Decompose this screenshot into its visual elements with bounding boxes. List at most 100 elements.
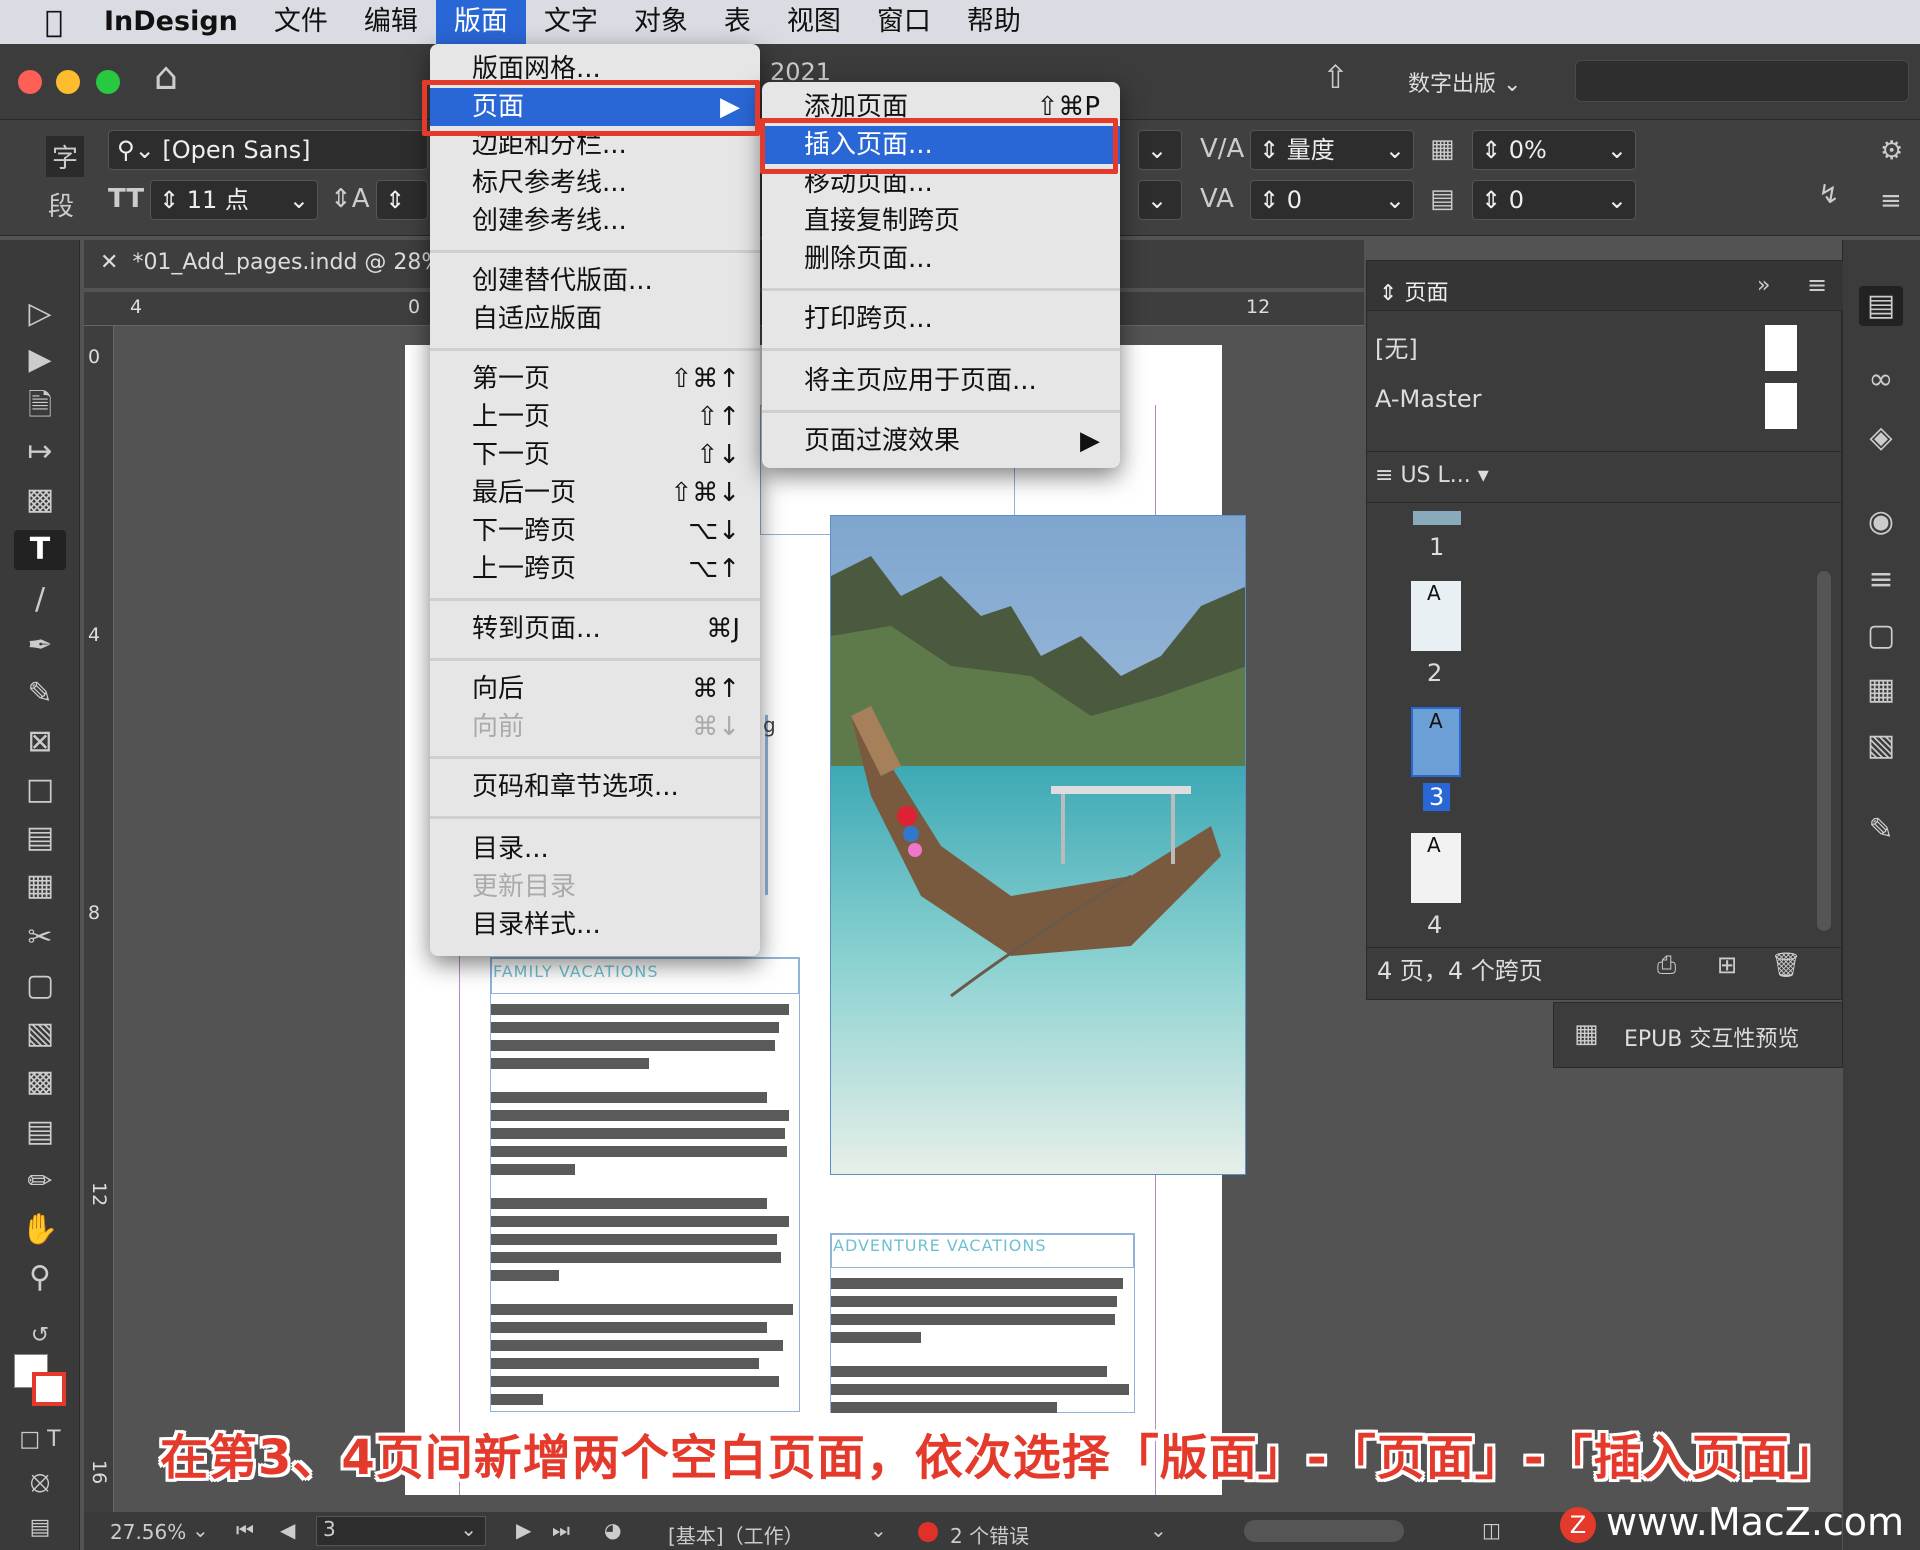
last-page-icon[interactable]: ⏭ [552, 1518, 570, 1542]
menu-item-first-page[interactable]: 第一页 ⇧⌘↑ [430, 360, 760, 398]
page-number-field[interactable]: 3 ⌄ [316, 1516, 486, 1546]
swap-colors-icon[interactable]: ↺ [14, 1316, 66, 1356]
chevron-down-icon[interactable]: ⌄ [870, 1518, 887, 1542]
new-page-icon[interactable]: ⊞ [1717, 951, 1737, 979]
formatting-container-icon[interactable]: □ T [14, 1420, 66, 1460]
zoom-tool-icon[interactable]: ⚲ [14, 1258, 66, 1298]
rectangle-frame-tool-icon[interactable]: ⊠ [14, 722, 66, 762]
menu-item-page-transitions[interactable]: 页面过渡效果 ▶ [762, 422, 1120, 460]
gap-tool-icon[interactable]: ↦ [14, 432, 66, 472]
font-family-field[interactable]: ⚲⌄ [Open Sans] [108, 130, 428, 170]
menu-item-numbering-section[interactable]: 页码和章节选项... [430, 768, 760, 806]
panel-collapse-icon[interactable]: » [1757, 273, 1770, 298]
split-view-icon[interactable]: ◫ [1482, 1518, 1501, 1542]
menu-item-create-guides[interactable]: 创建参考线... [430, 202, 760, 240]
page-size-menu[interactable]: ≡ US L... ▾ [1375, 463, 1489, 488]
scissors-tool-icon[interactable]: ✂ [14, 918, 66, 958]
horizontal-scrollbar[interactable] [1244, 1520, 1404, 1542]
page-thumb[interactable]: A [1411, 833, 1461, 903]
zoom-window-button[interactable] [96, 70, 120, 94]
menu-help[interactable]: 帮助 [949, 0, 1039, 44]
table-tool-icon[interactable]: ▤ [14, 818, 66, 858]
page-thumb-selected[interactable]: A [1411, 707, 1461, 777]
menu-item-toc-styles[interactable]: 目录样式... [430, 906, 760, 944]
minimize-window-button[interactable] [56, 70, 80, 94]
menu-item-next-page[interactable]: 下一页 ⇧↓ [430, 436, 760, 474]
adventure-text-frame[interactable]: ADVENTURE VACATIONS [830, 1233, 1135, 1413]
scale-field[interactable]: ⇕ 0% ⌄ [1472, 130, 1636, 170]
rectangle-tool-icon[interactable]: □ [14, 770, 66, 810]
view-mode-icon[interactable]: ▤ [14, 1508, 66, 1548]
menu-item-go-to-page[interactable]: 转到页面... ⌘J [430, 610, 760, 648]
paragraph-mode-button[interactable]: 段 [48, 186, 74, 223]
error-count[interactable]: 2 个错误 [950, 1520, 1029, 1549]
pages-scrollbar[interactable] [1817, 571, 1831, 931]
dropdown-field[interactable]: ⌄ [1138, 130, 1182, 170]
menu-item-apply-master[interactable]: 将主页应用于页面... [762, 362, 1120, 400]
previous-page-icon[interactable]: ◀ [280, 1518, 295, 1542]
skew-field[interactable]: ⇕ 0 ⌄ [1472, 180, 1636, 220]
page-thumb[interactable] [1413, 511, 1461, 525]
menu-object[interactable]: 对象 [616, 0, 706, 44]
vertical-ruler[interactable]: 0 4 8 12 16 [84, 326, 114, 1526]
preflight-icon[interactable]: ◕ [604, 1518, 621, 1542]
kerning-field[interactable]: ⇕ 量度 ⌄ [1250, 130, 1414, 170]
apply-none-icon[interactable]: ⦻ [14, 1462, 66, 1502]
note-tool-icon[interactable]: ▤ [14, 1112, 66, 1152]
pages-panel-icon[interactable]: ▤ [1859, 286, 1903, 326]
master-a-thumb[interactable] [1765, 383, 1797, 429]
swatches-panel-icon[interactable]: ◉ [1859, 502, 1903, 542]
page-thumb[interactable]: A [1411, 581, 1461, 651]
edit-panel-icon[interactable]: ✎ [1859, 810, 1903, 850]
pencil-tool-icon[interactable]: ✎ [14, 674, 66, 714]
menu-edit[interactable]: 编辑 [346, 0, 436, 44]
dropdown-field[interactable]: ⌄ [1138, 180, 1182, 220]
chevron-down-icon[interactable]: ⌄ [1150, 1518, 1167, 1542]
direct-selection-tool-icon[interactable]: ▶ [14, 340, 66, 380]
master-a[interactable]: A-Master [1375, 385, 1482, 413]
gradient-swatch-tool-icon[interactable]: ▧ [14, 1014, 66, 1054]
layers-panel-icon[interactable]: ◈ [1859, 418, 1903, 458]
leading-field[interactable]: ⇕ [376, 180, 428, 220]
beach-boat-photo[interactable] [830, 515, 1246, 1175]
type-tool-icon[interactable]: T [14, 530, 66, 570]
lightning-icon[interactable]: ↯ [1818, 180, 1840, 210]
content-collector-icon[interactable]: ▩ [14, 480, 66, 520]
document-tab[interactable]: ✕ *01_Add_pages.indd @ 28% [100, 250, 442, 275]
menu-item-next-spread[interactable]: 下一跨页 ⌥↓ [430, 512, 760, 550]
page-tool-icon[interactable]: 🗎 [14, 386, 66, 426]
menu-item-duplicate-spread[interactable]: 直接复制跨页 [762, 202, 1120, 240]
menu-item-go-back[interactable]: 向后 ⌘↑ [430, 670, 760, 708]
menu-item-liquid-layout[interactable]: 自适应版面 [430, 300, 760, 338]
swatches-grid-icon[interactable]: ▦ [1859, 670, 1903, 710]
search-input[interactable] [1575, 60, 1909, 102]
pages-panel-tab[interactable]: ⇕ 页面 [1379, 275, 1448, 307]
chevron-down-icon[interactable]: ⌄ [192, 1518, 209, 1542]
menu-indesign[interactable]: InDesign [84, 0, 256, 44]
zoom-level[interactable]: 27.56% [110, 1520, 186, 1544]
font-size-field[interactable]: ⇕ 11 点 ⌄ [150, 180, 318, 220]
object-styles-icon[interactable]: ▧ [1859, 726, 1903, 766]
gradient-feather-tool-icon[interactable]: ▩ [14, 1062, 66, 1102]
close-window-button[interactable] [18, 70, 42, 94]
menu-file[interactable]: 文件 [256, 0, 346, 44]
master-none[interactable]: [无] [1375, 329, 1418, 364]
character-mode-button[interactable]: 字 [46, 136, 85, 177]
stroke-panel-icon[interactable]: ≡ [1859, 560, 1903, 600]
panel-menu-icon[interactable]: ≡ [1807, 271, 1827, 299]
next-page-icon[interactable]: ▶ [516, 1518, 531, 1542]
menu-item-last-page[interactable]: 最后一页 ⇧⌘↓ [430, 474, 760, 512]
edit-page-size-icon[interactable]: ⎙ [1657, 951, 1676, 979]
workspace-switcher[interactable]: 数字出版 ⌄ [1408, 66, 1521, 98]
menu-item-alternate-layout[interactable]: 创建替代版面... [430, 262, 760, 300]
menu-view[interactable]: 视图 [769, 0, 859, 44]
fill-stroke-icon[interactable] [14, 1354, 66, 1410]
menu-layout[interactable]: 版面 [435, 0, 526, 44]
pen-tool-icon[interactable]: ✒ [14, 626, 66, 666]
links-panel-icon[interactable]: ∞ [1859, 360, 1903, 400]
line-tool-icon[interactable]: ∕ [14, 580, 66, 620]
gradient-panel-icon[interactable]: ▢ [1859, 616, 1903, 656]
trash-icon[interactable]: 🗑 [1771, 951, 1801, 979]
share-icon[interactable]: ⇧ [1322, 58, 1349, 96]
tracking-field[interactable]: ⇕ 0 ⌄ [1250, 180, 1414, 220]
